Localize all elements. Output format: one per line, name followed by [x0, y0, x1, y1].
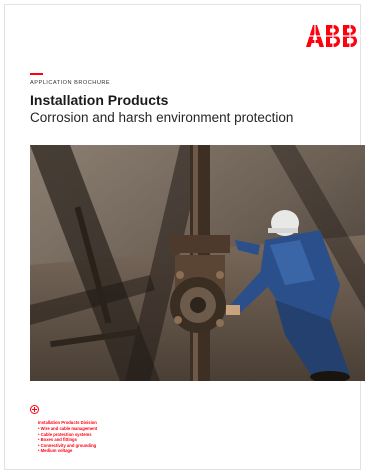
- accent-bar: [30, 73, 43, 75]
- plus-circle-icon: [30, 405, 39, 414]
- division-title: Installation Products Division: [38, 420, 97, 425]
- overline-label: APPLICATION BROCHURE: [30, 80, 111, 86]
- list-item: Wire and cable management: [38, 426, 98, 432]
- division-list: Wire and cable management Cable protecti…: [38, 426, 98, 454]
- page-title: Installation Products: [30, 92, 169, 108]
- abb-logo: [306, 25, 361, 47]
- oil-rig-worker-photo: [30, 145, 365, 381]
- brochure-cover: APPLICATION BROCHURE Installation Produc…: [4, 4, 365, 470]
- page-subtitle: Corrosion and harsh environment protecti…: [30, 110, 294, 125]
- list-item: Medium voltage: [38, 448, 97, 454]
